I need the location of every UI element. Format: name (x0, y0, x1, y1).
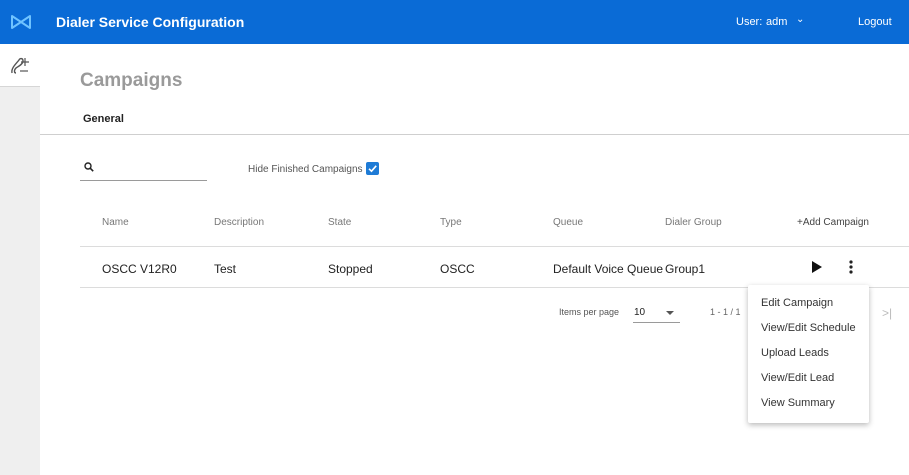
campaign-nav-icon (11, 57, 29, 74)
add-campaign-button[interactable]: +Add Campaign (797, 217, 869, 228)
chevron-down-icon (666, 311, 674, 315)
hide-finished-checkbox[interactable] (366, 162, 379, 175)
page-title: Campaigns (80, 70, 183, 91)
cell-state: Stopped (328, 262, 373, 276)
play-icon[interactable] (812, 261, 822, 273)
cell-type: OSCC (440, 262, 475, 276)
row-actions-menu: Edit Campaign View/Edit Schedule Upload … (748, 285, 869, 423)
items-per-page-value: 10 (634, 307, 646, 318)
cell-description: Test (214, 262, 237, 276)
menu-item-edit-campaign[interactable]: Edit Campaign (761, 297, 833, 309)
divider (80, 246, 909, 247)
hide-finished-label: Hide Finished Campaigns (248, 164, 363, 175)
items-per-page-label: Items per page (559, 307, 620, 317)
divider (40, 134, 909, 135)
app-title: Dialer Service Configuration (56, 14, 245, 30)
column-header-queue[interactable]: Queue (553, 217, 583, 228)
cell-name: OSCC V12R0 (102, 262, 177, 276)
column-header-type[interactable]: Type (440, 217, 462, 228)
column-header-name[interactable]: Name (102, 217, 129, 228)
column-header-dialer-group[interactable]: Dialer Group (665, 217, 722, 228)
pagination-range: 1 - 1 / 1 (710, 307, 741, 317)
last-page-icon[interactable]: >| (882, 306, 892, 320)
column-header-state[interactable]: State (328, 217, 351, 228)
top-bar: Dialer Service Configuration User: adm ⌄… (0, 0, 909, 44)
user-menu[interactable]: adm (766, 16, 787, 28)
cell-queue: Default Voice Queue (553, 262, 664, 276)
search-icon (84, 162, 94, 172)
column-header-description[interactable]: Description (214, 217, 264, 228)
more-vertical-icon[interactable] (849, 260, 853, 274)
logout-button[interactable]: Logout (858, 16, 892, 28)
menu-item-view-summary[interactable]: View Summary (761, 397, 835, 409)
menu-item-view-edit-schedule[interactable]: View/Edit Schedule (761, 322, 856, 334)
sidebar (0, 44, 40, 475)
search-input[interactable] (80, 163, 207, 181)
tab-general[interactable]: General (83, 113, 124, 125)
menu-item-upload-leads[interactable]: Upload Leads (761, 347, 829, 359)
items-per-page-select[interactable]: 10 (633, 305, 680, 323)
sidebar-item-campaigns[interactable] (0, 44, 40, 87)
chevron-down-icon[interactable]: ⌄ (796, 14, 804, 25)
user-label: User: (736, 16, 763, 28)
menu-item-view-edit-lead[interactable]: View/Edit Lead (761, 372, 834, 384)
dialer-logo-icon (11, 15, 31, 29)
checkbox-check-icon (368, 165, 377, 173)
cell-dialer-group: Group1 (665, 262, 706, 276)
